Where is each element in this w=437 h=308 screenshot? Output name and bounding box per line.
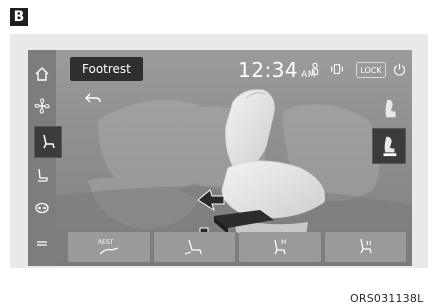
massage-button[interactable]: [30, 196, 54, 220]
seat-recline-icon: [185, 239, 202, 255]
seat-belt-status: [306, 60, 324, 78]
seat-mode-bar: REST M: [68, 232, 406, 262]
seat-back-icon: [38, 168, 48, 182]
screen-title: Footrest: [70, 57, 143, 81]
seat-heat-icon: [360, 238, 372, 254]
seat-memory-button[interactable]: M: [239, 232, 321, 262]
menu-icon: [37, 241, 47, 246]
seat-memory-label: M: [281, 239, 286, 246]
clock: 12:34 AM: [238, 58, 316, 82]
seat-side-icon: [385, 99, 396, 118]
seat-side-button[interactable]: [374, 92, 406, 126]
rest-mode-button[interactable]: REST: [68, 232, 150, 262]
power-button[interactable]: [390, 60, 408, 78]
lock-button[interactable]: LOCK: [356, 62, 386, 78]
fan-icon: [34, 98, 50, 114]
figure-caption: ORS031138L: [350, 292, 424, 305]
person-sensor-icon: [311, 62, 319, 75]
seat-icon: [43, 134, 55, 149]
home-button[interactable]: [30, 62, 54, 86]
fan-button[interactable]: [30, 94, 54, 118]
vibration-icon: [331, 64, 343, 74]
footrest-icon: [383, 136, 397, 157]
vibration-status: [328, 60, 346, 78]
seat-back-button[interactable]: [30, 164, 54, 188]
figure-badge: B: [10, 8, 28, 26]
infotainment-screen: Footrest 12:34 AM LOCK REST M: [28, 50, 412, 266]
seat-recline-button[interactable]: [153, 232, 235, 262]
seat-heat-button[interactable]: [324, 232, 406, 262]
power-icon: [393, 63, 405, 76]
massage-icon: [35, 202, 49, 214]
left-sidebar: [28, 50, 62, 266]
seat-memory-icon: M: [274, 239, 286, 255]
clock-time: 12:34: [238, 58, 299, 82]
home-icon: [35, 67, 49, 81]
menu-button[interactable]: [30, 232, 54, 256]
seat-button-active[interactable]: [34, 126, 62, 158]
footrest-button-active[interactable]: [372, 128, 406, 164]
back-arrow-icon[interactable]: [84, 92, 102, 106]
rest-mode-label: REST: [98, 239, 114, 246]
rest-mode-icon: REST: [98, 239, 118, 255]
